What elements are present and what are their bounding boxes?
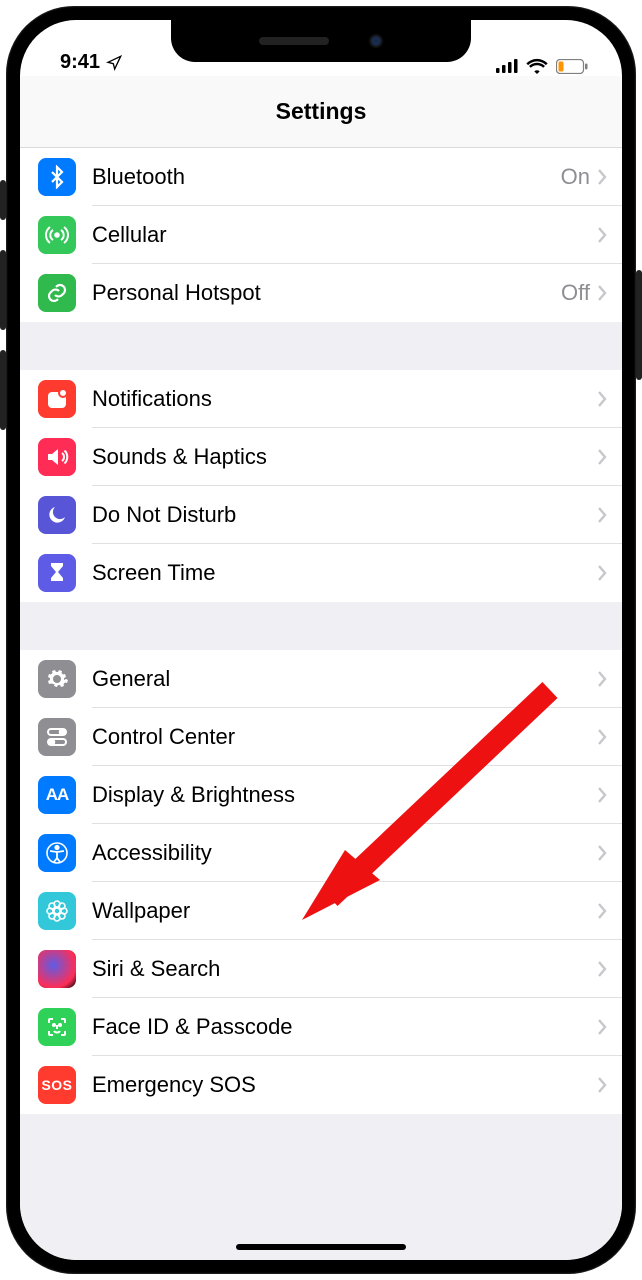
chevron-right-icon (596, 902, 608, 920)
settings-row-wallpaper[interactable]: Wallpaper (20, 882, 622, 940)
settings-list[interactable]: BluetoothOn Cellular Personal HotspotOff No… (20, 148, 622, 1260)
flower-icon (38, 892, 76, 930)
moon-icon (38, 496, 76, 534)
settings-row-accessibility[interactable]: Accessibility (20, 824, 622, 882)
row-label: Display & Brightness (92, 782, 596, 808)
settings-row-bluetooth[interactable]: BluetoothOn (20, 148, 622, 206)
row-label: Screen Time (92, 560, 596, 586)
row-label: Cellular (92, 222, 596, 248)
status-time: 9:41 (60, 51, 100, 74)
chevron-right-icon (596, 226, 608, 244)
access-icon (38, 834, 76, 872)
link-icon (38, 274, 76, 312)
chevron-right-icon (596, 728, 608, 746)
row-label: Wallpaper (92, 898, 596, 924)
page-title: Settings (276, 98, 367, 125)
page-header: Settings (20, 76, 622, 148)
row-label: Siri & Search (92, 956, 596, 982)
row-value: Off (561, 280, 590, 306)
settings-row-sounds[interactable]: Sounds & Haptics (20, 428, 622, 486)
row-label: Do Not Disturb (92, 502, 596, 528)
aa-icon: AA (38, 776, 76, 814)
chevron-right-icon (596, 168, 608, 186)
chevron-right-icon (596, 564, 608, 582)
switches-icon (38, 718, 76, 756)
row-label: Notifications (92, 386, 596, 412)
chevron-right-icon (596, 506, 608, 524)
hourglass-icon (38, 554, 76, 592)
sos-icon: SOS (38, 1066, 76, 1104)
settings-row-notifications[interactable]: Notifications (20, 370, 622, 428)
bluetooth-icon (38, 158, 76, 196)
chevron-right-icon (596, 1076, 608, 1094)
row-value: On (561, 164, 590, 190)
settings-row-cellular[interactable]: Cellular (20, 206, 622, 264)
siri-icon (38, 950, 76, 988)
settings-row-dnd[interactable]: Do Not Disturb (20, 486, 622, 544)
chevron-right-icon (596, 960, 608, 978)
chevron-right-icon (596, 390, 608, 408)
device-frame: 9:41 Settings BluetoothOn Cellular Persona… (6, 6, 636, 1274)
sound-icon (38, 438, 76, 476)
antenna-icon (38, 216, 76, 254)
battery-icon (556, 59, 588, 74)
gear-icon (38, 660, 76, 698)
wifi-icon (526, 58, 548, 74)
home-indicator[interactable] (236, 1244, 406, 1250)
row-label: Bluetooth (92, 164, 561, 190)
device-notch (171, 20, 471, 62)
chevron-right-icon (596, 284, 608, 302)
row-label: Sounds & Haptics (92, 444, 596, 470)
settings-row-hotspot[interactable]: Personal HotspotOff (20, 264, 622, 322)
chevron-right-icon (596, 844, 608, 862)
cellular-signal-icon (496, 59, 518, 73)
settings-row-display[interactable]: AA Display & Brightness (20, 766, 622, 824)
settings-row-screentime[interactable]: Screen Time (20, 544, 622, 602)
location-icon (106, 55, 122, 71)
settings-row-sos[interactable]: SOS Emergency SOS (20, 1056, 622, 1114)
face-icon (38, 1008, 76, 1046)
row-label: Face ID & Passcode (92, 1014, 596, 1040)
settings-row-controlcenter[interactable]: Control Center (20, 708, 622, 766)
chevron-right-icon (596, 448, 608, 466)
row-label: Personal Hotspot (92, 280, 561, 306)
chevron-right-icon (596, 786, 608, 804)
row-label: Control Center (92, 724, 596, 750)
chevron-right-icon (596, 670, 608, 688)
row-label: Accessibility (92, 840, 596, 866)
settings-row-siri[interactable]: Siri & Search (20, 940, 622, 998)
notif-icon (38, 380, 76, 418)
settings-row-general[interactable]: General (20, 650, 622, 708)
chevron-right-icon (596, 1018, 608, 1036)
row-label: General (92, 666, 596, 692)
row-label: Emergency SOS (92, 1072, 596, 1098)
settings-row-faceid[interactable]: Face ID & Passcode (20, 998, 622, 1056)
